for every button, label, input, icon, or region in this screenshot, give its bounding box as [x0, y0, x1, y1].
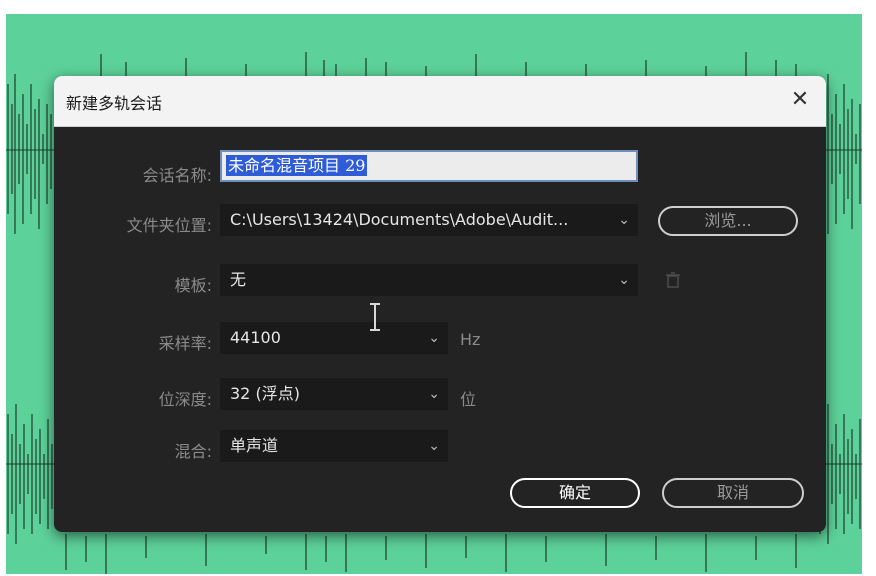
mix-value: 单声道 — [230, 436, 279, 455]
template-dropdown[interactable]: 无 ⌄ — [220, 264, 638, 296]
dialog-title: 新建多轨会话 — [66, 94, 163, 113]
cancel-button[interactable]: 取消 — [662, 478, 804, 508]
chevron-down-icon: ⌄ — [428, 438, 440, 454]
bit-depth-label: 位深度: — [158, 390, 212, 409]
close-icon[interactable]: ✕ — [786, 86, 814, 114]
text-cursor-icon — [370, 303, 380, 331]
ok-button[interactable]: 确定 — [510, 478, 640, 508]
sample-rate-unit: Hz — [460, 330, 481, 349]
mix-dropdown[interactable]: 单声道 ⌄ — [220, 430, 448, 462]
chevron-down-icon: ⌄ — [428, 330, 440, 346]
template-value: 无 — [230, 270, 247, 289]
chevron-down-icon: ⌄ — [428, 386, 440, 402]
bit-depth-value: 32 (浮点) — [230, 384, 300, 403]
bit-depth-dropdown[interactable]: 32 (浮点) ⌄ — [220, 378, 448, 410]
session-name-input[interactable]: 未命名混音项目 29 — [220, 150, 638, 182]
sample-rate-label: 采样率: — [158, 334, 212, 353]
sample-rate-value: 44100 — [230, 328, 281, 347]
browse-button[interactable]: 浏览... — [658, 206, 798, 236]
session-name-value: 未命名混音项目 29 — [226, 155, 368, 176]
trash-icon[interactable] — [666, 272, 680, 288]
chevron-down-icon: ⌄ — [618, 212, 630, 228]
dialog-titlebar: 新建多轨会话 ✕ — [54, 76, 826, 127]
sample-rate-dropdown[interactable]: 44100 ⌄ — [220, 322, 448, 354]
chevron-down-icon: ⌄ — [618, 272, 630, 288]
screen: 新建多轨会话 ✕ 会话名称: 未命名混音项目 29 文件夹位置: C:\User… — [0, 0, 876, 576]
new-multitrack-session-dialog: 新建多轨会话 ✕ 会话名称: 未命名混音项目 29 文件夹位置: C:\User… — [54, 76, 826, 532]
session-name-label: 会话名称: — [142, 166, 212, 185]
folder-location-dropdown[interactable]: C:\Users\13424\Documents\Adobe\Audit... … — [220, 204, 638, 236]
folder-location-value: C:\Users\13424\Documents\Adobe\Audit... — [230, 210, 569, 229]
folder-location-label: 文件夹位置: — [126, 216, 212, 235]
template-label: 模板: — [174, 276, 212, 295]
bit-depth-unit: 位 — [460, 390, 477, 409]
mix-label: 混合: — [174, 442, 212, 461]
